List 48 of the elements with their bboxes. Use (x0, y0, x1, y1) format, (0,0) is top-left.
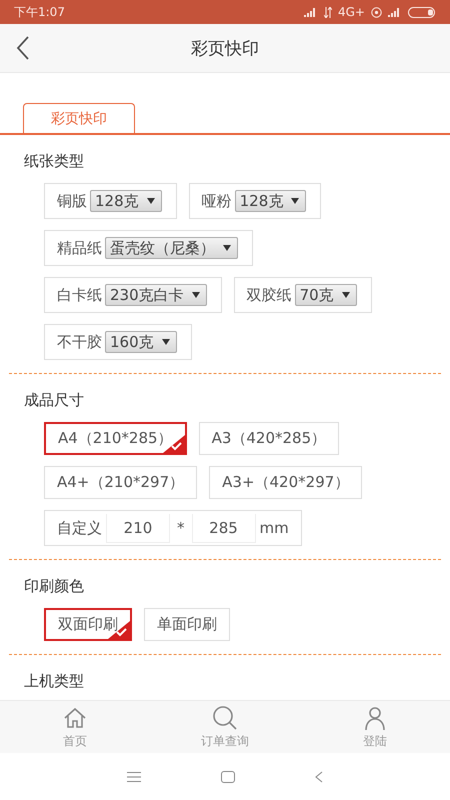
option-button[interactable]: A4+（210*297） (44, 466, 198, 499)
check-badge-icon (162, 435, 185, 453)
height-field[interactable]: 285 (192, 514, 256, 542)
menu-icon[interactable] (127, 772, 141, 782)
separator-text: * (177, 519, 184, 537)
paper-label: 哑粉 (202, 192, 232, 210)
caret-icon (162, 339, 170, 345)
weight-select[interactable]: 70克 (294, 284, 357, 306)
registered-icon (371, 6, 382, 18)
section-title: 纸张类型 (23, 151, 85, 172)
caret-icon (192, 292, 200, 298)
back-icon[interactable] (315, 770, 323, 782)
signal-icon (304, 7, 318, 17)
caret-icon (291, 198, 300, 204)
paper-label: 白卡纸 (57, 286, 102, 304)
width-field[interactable]: 210 (106, 514, 170, 542)
page-title: 彩页快印 (191, 38, 259, 60)
weight-select[interactable]: 230克白卡 (105, 284, 207, 306)
status-time: 下午1:07 (14, 4, 65, 20)
weight-select[interactable]: 128克 (90, 190, 162, 212)
search-icon (212, 704, 238, 730)
weight-select[interactable]: 蛋壳纹（尼桑） (105, 237, 238, 259)
battery-icon (408, 6, 436, 18)
section-title: 上机类型 (23, 671, 85, 692)
back-icon[interactable] (16, 36, 30, 60)
option-button[interactable]: 单面印刷 (144, 608, 230, 641)
unit-label: mm (260, 519, 289, 537)
user-icon (362, 704, 388, 730)
section-title: 成品尺寸 (23, 390, 85, 411)
signal-icon (388, 7, 402, 17)
home-button-icon[interactable] (221, 770, 235, 782)
weight-select[interactable]: 160克 (105, 331, 177, 353)
section-title: 印刷颜色 (23, 576, 85, 597)
paper-label: 铜版 (57, 192, 87, 210)
network-label: 4G+ (338, 5, 365, 19)
caret-icon (342, 292, 350, 298)
option-button[interactable]: A4（210*285） (44, 422, 187, 455)
paper-label: 双胶纸 (246, 286, 292, 304)
option-button[interactable]: 双面印刷 (44, 608, 132, 641)
option-button[interactable]: A3+（420*297） (209, 466, 362, 499)
paper-label: 精品纸 (57, 238, 102, 258)
data-arrows-icon (324, 6, 332, 18)
option-button[interactable]: A3（420*285） (198, 422, 340, 455)
custom-label: 自定义 (57, 518, 102, 538)
caret-icon (223, 245, 231, 251)
caret-icon (146, 198, 155, 204)
weight-select[interactable]: 128克 (234, 190, 306, 212)
paper-label: 不干胶 (57, 332, 102, 352)
